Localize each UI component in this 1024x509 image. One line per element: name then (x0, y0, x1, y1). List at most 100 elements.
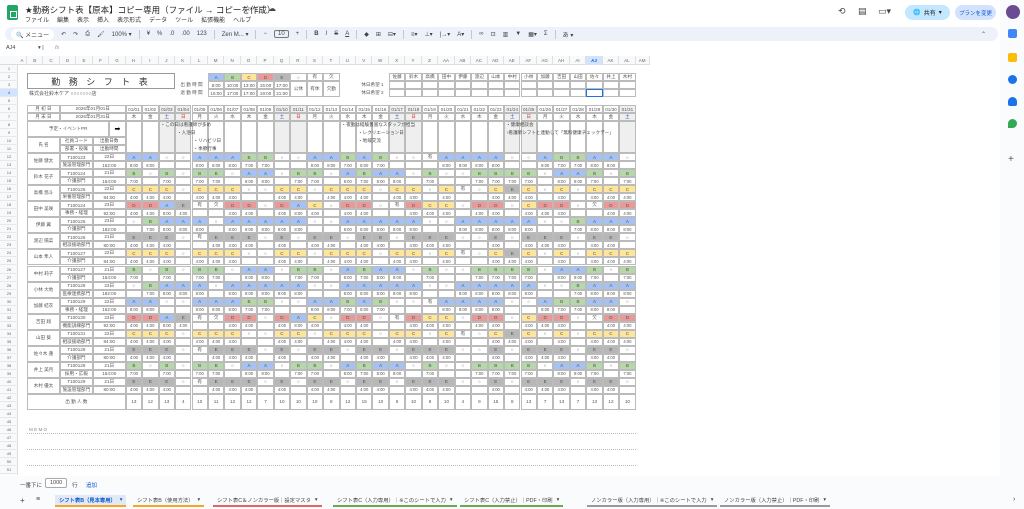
share-button[interactable]: 🌐 共有 ▾ (905, 5, 950, 20)
shift-cell[interactable]: ○ (438, 281, 455, 290)
shift-cell[interactable]: B (125, 265, 143, 274)
holiday-wish-1-cell[interactable] (421, 81, 439, 90)
row-header[interactable]: 12 (0, 153, 18, 162)
shift-cell[interactable]: D (619, 201, 636, 210)
shift-cell[interactable]: ○ (421, 329, 439, 338)
row-header[interactable]: 6 (0, 105, 18, 114)
holiday-wish-1-cell[interactable] (487, 81, 505, 90)
shift-cell[interactable]: C (405, 185, 422, 194)
shift-cell[interactable]: D (125, 313, 143, 322)
bold-button[interactable]: B (314, 31, 318, 37)
shift-cell[interactable]: A (372, 361, 389, 370)
shift-cell[interactable]: B (569, 281, 587, 290)
shift-cell[interactable]: D (224, 201, 241, 210)
shift-cell[interactable]: ○ (323, 313, 340, 322)
shift-cell[interactable]: C (520, 329, 537, 338)
shift-cell[interactable]: A (487, 153, 505, 162)
shift-cell[interactable]: ○ (471, 329, 488, 338)
shift-cell[interactable]: E (356, 377, 373, 386)
shift-cell[interactable]: 有 (421, 297, 439, 306)
event-cell[interactable] (306, 121, 324, 154)
column-header-aj[interactable]: AJ (586, 56, 603, 65)
shift-cell[interactable]: B (553, 153, 570, 162)
shift-cell[interactable]: C (339, 249, 356, 258)
column-header-t[interactable]: T (323, 56, 340, 65)
shift-cell[interactable]: E (487, 377, 505, 386)
shift-cell[interactable]: ○ (454, 313, 472, 322)
shift-cell[interactable]: C (602, 249, 620, 258)
event-cell[interactable] (323, 121, 340, 154)
shift-cell[interactable]: ○ (224, 169, 241, 178)
shift-cell[interactable]: E (536, 233, 554, 242)
row-header[interactable]: 46 (0, 426, 18, 434)
shift-cell[interactable]: C (125, 249, 143, 258)
shift-cell[interactable]: ○ (339, 377, 356, 386)
shift-cell[interactable]: D (536, 313, 554, 322)
formula-input[interactable] (62, 44, 662, 53)
row-header[interactable]: 22 (0, 233, 18, 242)
shift-cell[interactable]: ○ (125, 217, 143, 226)
shift-cell[interactable]: ○ (339, 345, 356, 354)
sheet-tab[interactable]: ノンカラー版（入力禁止）｜PDF・印刷 ▾ (720, 495, 831, 507)
shift-cell[interactable]: C (142, 185, 159, 194)
chart-icon[interactable]: ▥ (503, 31, 509, 38)
holiday-wish-1-cell[interactable] (454, 81, 472, 90)
shift-cell[interactable]: ○ (520, 297, 537, 306)
menu-item[interactable]: 編集 (57, 15, 69, 24)
shift-cell[interactable]: ○ (553, 217, 570, 226)
shift-cell[interactable]: ○ (421, 249, 439, 258)
holiday-wish-1-cell[interactable] (586, 81, 603, 90)
shift-cell[interactable]: B (569, 297, 587, 306)
row-header[interactable]: 40 (0, 378, 18, 386)
shift-cell[interactable]: ○ (257, 201, 274, 210)
event-cell[interactable] (125, 121, 143, 154)
column-header-am[interactable]: AM (636, 56, 650, 65)
vertical-align-icon[interactable]: ⊥▾ (424, 31, 432, 38)
holiday-wish-2-cell[interactable] (471, 89, 488, 98)
column-header-u[interactable]: U (340, 56, 356, 65)
shift-cell[interactable]: ○ (536, 169, 554, 178)
column-header-m[interactable]: M (208, 56, 225, 65)
shift-cell[interactable]: E (323, 233, 340, 242)
shift-cell[interactable]: ○ (504, 153, 521, 162)
event-cell[interactable] (240, 121, 258, 154)
shift-cell[interactable]: ○ (454, 201, 472, 210)
shift-cell[interactable]: E (273, 345, 291, 354)
shift-cell[interactable]: A (586, 281, 603, 290)
collapse-toolbar-icon[interactable]: ⌃ (981, 31, 986, 38)
shift-cell[interactable]: C (125, 329, 143, 338)
scroll-tabs-right-icon[interactable]: › (1013, 496, 1015, 503)
shift-cell[interactable]: A (602, 281, 620, 290)
font-select[interactable]: Zen M... ▾ (222, 31, 249, 38)
shift-cell[interactable]: B (207, 169, 225, 178)
shift-cell[interactable]: C (421, 313, 439, 322)
shift-cell[interactable]: ○ (257, 185, 274, 194)
shift-cell[interactable]: A (536, 297, 554, 306)
increase-decimal-button[interactable]: .00 (181, 31, 189, 37)
shift-cell[interactable]: E (142, 345, 159, 354)
shift-cell[interactable]: ○ (471, 185, 488, 194)
comment-icon[interactable]: ▤ (858, 6, 867, 17)
shift-cell[interactable]: A (257, 281, 274, 290)
percent-button[interactable]: % (157, 31, 162, 37)
shift-cell[interactable]: ○ (405, 297, 422, 306)
holiday-wish-2-cell[interactable] (388, 89, 406, 98)
shift-cell[interactable]: B (240, 297, 258, 306)
font-size-input[interactable]: 10 (273, 30, 289, 38)
chevron-down-icon[interactable]: ▾ (823, 497, 826, 503)
shift-cell[interactable]: E (372, 345, 389, 354)
shift-cell[interactable]: ○ (454, 377, 472, 386)
italic-button[interactable]: I (326, 31, 328, 37)
column-header-o[interactable]: O (241, 56, 258, 65)
holiday-wish-1-cell[interactable] (471, 81, 488, 90)
row-header[interactable]: 14 (0, 169, 18, 178)
shift-cell[interactable]: ○ (372, 313, 389, 322)
shift-cell[interactable]: B (471, 361, 488, 370)
holiday-wish-2-cell[interactable] (487, 89, 505, 98)
shift-cell[interactable]: ○ (273, 169, 291, 178)
shift-cell[interactable]: B (339, 153, 356, 162)
shift-cell[interactable]: D (619, 313, 636, 322)
column-header-x[interactable]: X (389, 56, 406, 65)
shift-cell[interactable]: C (388, 185, 406, 194)
column-header-q[interactable]: Q (274, 56, 291, 65)
